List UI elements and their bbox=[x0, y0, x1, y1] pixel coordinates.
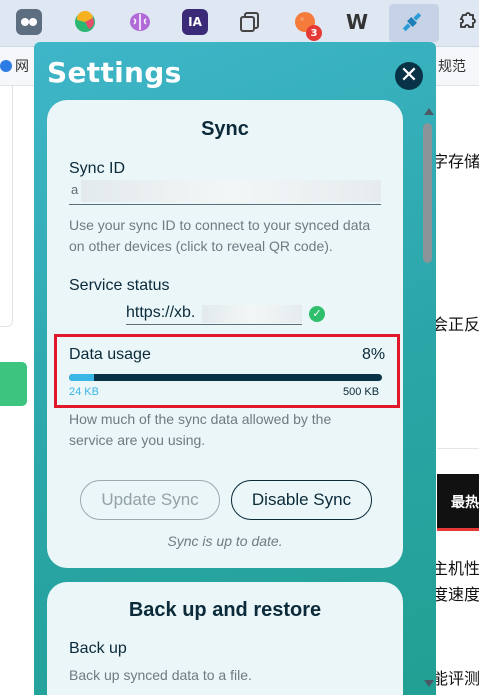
scroll-up-arrow-icon[interactable] bbox=[424, 108, 434, 115]
usage-help-line-2: service are you using. bbox=[69, 432, 206, 448]
service-url-redacted bbox=[202, 305, 302, 323]
bookmark-right[interactable]: 规范 bbox=[438, 56, 466, 76]
notification-badge: 3 bbox=[306, 25, 322, 41]
status-ok-icon: ✓ bbox=[309, 306, 325, 322]
backup-card: Back up and restore Back up Back up sync… bbox=[47, 582, 403, 695]
popup-scrollbar[interactable] bbox=[420, 104, 436, 695]
popup-title: Settings bbox=[47, 56, 182, 89]
copy-extension-icon[interactable] bbox=[237, 9, 263, 35]
background-text: 主机性 bbox=[432, 559, 479, 578]
scroll-thumb[interactable] bbox=[423, 123, 432, 263]
backup-label: Back up bbox=[69, 640, 127, 657]
sync-id-help: Use your sync ID to connect to your sync… bbox=[69, 215, 370, 257]
bookmark-left[interactable]: 网 bbox=[0, 56, 29, 76]
brain-extension-icon[interactable] bbox=[127, 9, 153, 35]
data-usage-highlight bbox=[54, 334, 400, 408]
background-divider bbox=[437, 448, 479, 449]
scroll-down-arrow-icon[interactable] bbox=[424, 680, 434, 687]
backup-title: Back up and restore bbox=[128, 599, 322, 621]
service-url[interactable]: https://xb. bbox=[126, 304, 195, 322]
usage-help: How much of the sync data allowed by the… bbox=[69, 409, 331, 451]
bookmark-favicon-icon bbox=[0, 60, 12, 72]
extension-2-icon[interactable] bbox=[72, 9, 98, 35]
sync-status-text: Sync is up to date. bbox=[167, 533, 283, 549]
background-red-accent bbox=[437, 528, 479, 531]
sync-id-underline bbox=[69, 204, 381, 205]
bookmark-left-label: 网 bbox=[15, 59, 29, 75]
sync-id-value[interactable]: a bbox=[71, 182, 78, 197]
w-extension-icon[interactable]: W bbox=[344, 9, 370, 35]
extension-1-icon[interactable] bbox=[16, 9, 42, 35]
sync-title: Sync bbox=[201, 118, 249, 140]
sync-id-redacted bbox=[81, 180, 381, 202]
sync-id-help-line-2: on other devices (click to reveal QR cod… bbox=[69, 238, 333, 254]
satellite-extension-icon[interactable] bbox=[399, 9, 425, 35]
sync-id-label: Sync ID bbox=[69, 160, 126, 177]
background-green-button[interactable] bbox=[0, 362, 27, 406]
update-sync-button[interactable]: Update Sync bbox=[80, 480, 220, 520]
backup-help: Back up synced data to a file. bbox=[69, 667, 252, 683]
puzzle-extensions-icon[interactable] bbox=[454, 9, 479, 35]
background-hot-tab[interactable]: 最热 bbox=[437, 474, 479, 528]
background-text: 度速度 bbox=[432, 585, 479, 604]
sync-id-help-line-1: Use your sync ID to connect to your sync… bbox=[69, 217, 371, 233]
background-text: 字存储 bbox=[432, 152, 479, 171]
background-text: 能评测 bbox=[432, 669, 479, 688]
service-url-underline bbox=[126, 324, 302, 325]
browser-toolbar: IA 3 W bbox=[0, 0, 479, 47]
usage-help-line-1: How much of the sync data allowed by the bbox=[69, 411, 332, 427]
ia-extension-icon[interactable]: IA bbox=[182, 9, 208, 35]
service-status-label: Service status bbox=[69, 277, 170, 294]
background-panel bbox=[0, 86, 13, 327]
close-icon[interactable]: ✕ bbox=[395, 62, 423, 90]
background-text: 会正反 bbox=[432, 315, 479, 334]
background-hot-label: 最热 bbox=[451, 495, 479, 511]
disable-sync-button[interactable]: Disable Sync bbox=[231, 480, 372, 520]
